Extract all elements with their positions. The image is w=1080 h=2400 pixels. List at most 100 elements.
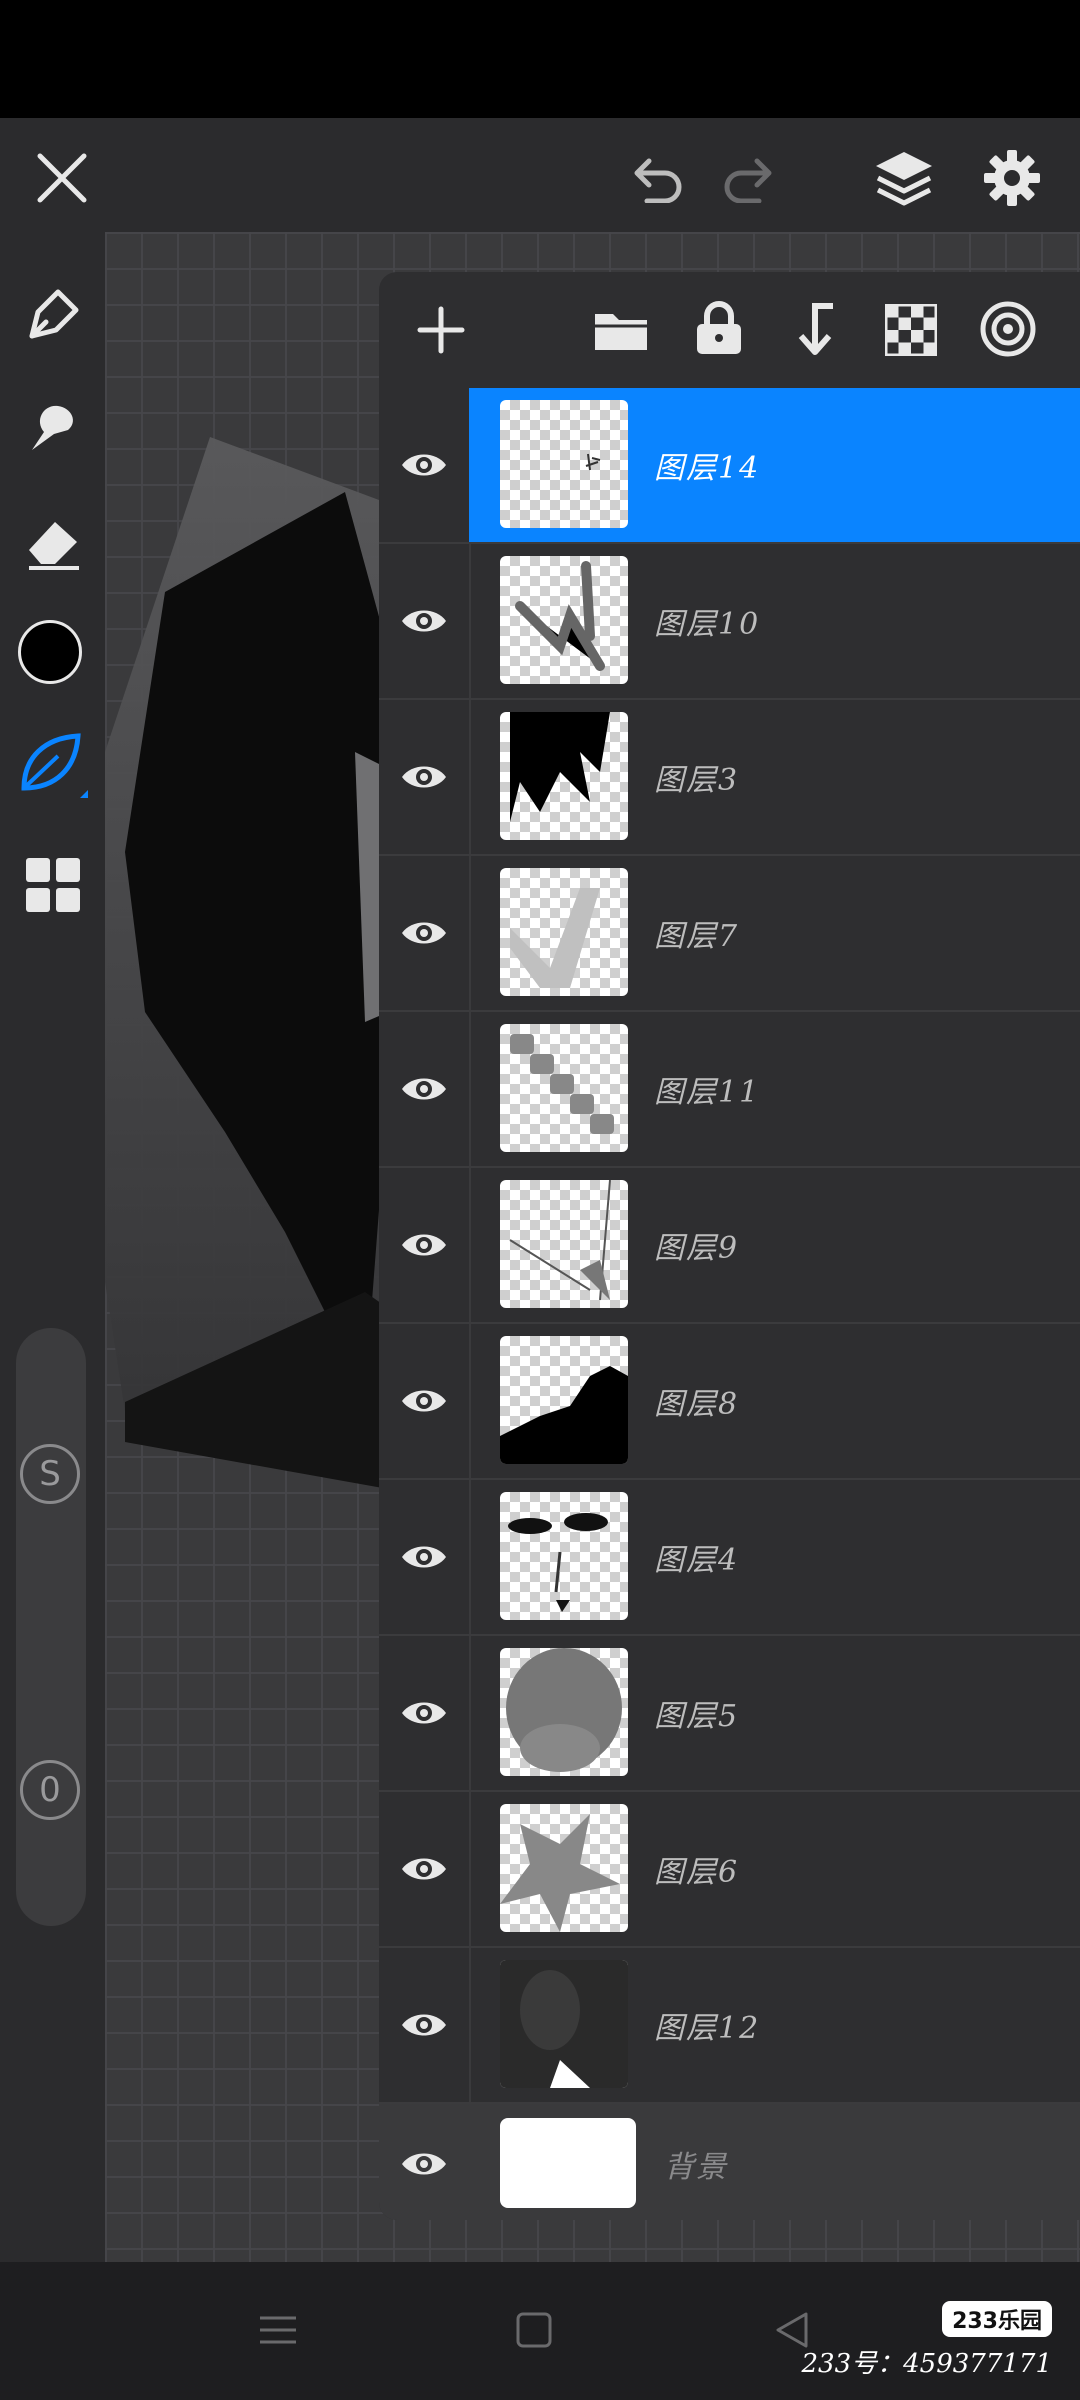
layers-panel: 图层14 图层10 图层3 图层7 图层11 图层9 图层8 图层4 图层5 图层6 图层12 背景 bbox=[379, 272, 1080, 2220]
layer-content[interactable]: 图层3 bbox=[469, 700, 1080, 854]
layer-name: 图层8 bbox=[654, 1387, 740, 1422]
layer-name: 图层7 bbox=[654, 919, 740, 954]
watermark-text: 233号：459377171 bbox=[801, 2349, 1052, 2379]
eye-icon bbox=[402, 922, 446, 944]
close-icon[interactable] bbox=[30, 146, 94, 210]
eye-icon bbox=[402, 1702, 446, 1724]
visibility-toggle[interactable] bbox=[379, 700, 471, 854]
layer-row[interactable]: 图层5 bbox=[379, 1636, 1080, 1792]
layer-content[interactable]: 图层11 bbox=[469, 1012, 1080, 1166]
visibility-toggle[interactable] bbox=[379, 856, 471, 1010]
layer-name: 图层14 bbox=[654, 451, 761, 486]
layer-thumbnail bbox=[500, 1648, 628, 1776]
redo-icon[interactable] bbox=[716, 146, 786, 210]
layer-content[interactable]: 图层12 bbox=[469, 1948, 1080, 2102]
layer-name: 图层6 bbox=[654, 1855, 740, 1890]
background-thumbnail bbox=[500, 2118, 636, 2208]
eraser-icon[interactable] bbox=[18, 508, 88, 578]
eye-icon bbox=[402, 1546, 446, 1568]
layer-content[interactable]: 图层5 bbox=[469, 1636, 1080, 1790]
folder-icon[interactable] bbox=[589, 298, 653, 362]
eye-icon bbox=[402, 1234, 446, 1256]
layer-name: 图层10 bbox=[654, 607, 761, 642]
left-toolbar: S 0 bbox=[0, 232, 105, 2262]
layer-name: 图层5 bbox=[654, 1699, 740, 1734]
layer-row[interactable]: 图层4 bbox=[379, 1480, 1080, 1636]
layer-content[interactable]: 图层8 bbox=[469, 1324, 1080, 1478]
opacity-slider-knob[interactable]: 0 bbox=[20, 1760, 80, 1820]
opacity-slider-label: 0 bbox=[39, 1770, 61, 1810]
add-icon[interactable] bbox=[409, 298, 473, 362]
layer-thumbnail bbox=[500, 1804, 628, 1932]
visibility-toggle[interactable] bbox=[379, 1636, 471, 1790]
layer-content[interactable]: 背景 bbox=[469, 2104, 1080, 2220]
layer-row[interactable]: 图层12 bbox=[379, 1948, 1080, 2104]
layer-content[interactable]: 图层7 bbox=[469, 856, 1080, 1010]
gear-icon[interactable] bbox=[976, 142, 1048, 214]
eye-icon bbox=[402, 1858, 446, 1880]
layers-panel-toolbar bbox=[379, 272, 1080, 388]
layer-thumbnail bbox=[500, 1180, 628, 1308]
home-icon[interactable] bbox=[506, 2302, 562, 2358]
transparency-icon[interactable] bbox=[879, 298, 943, 362]
layer-row[interactable]: 图层8 bbox=[379, 1324, 1080, 1480]
layers-icon[interactable] bbox=[868, 142, 940, 214]
lock-icon[interactable] bbox=[687, 296, 751, 360]
layer-row[interactable]: 图层7 bbox=[379, 856, 1080, 1012]
layer-row[interactable]: 图层9 bbox=[379, 1168, 1080, 1324]
layer-name: 图层12 bbox=[654, 2011, 761, 2046]
layer-content[interactable]: 图层14 bbox=[469, 388, 1080, 542]
visibility-toggle[interactable] bbox=[379, 1792, 471, 1946]
visibility-toggle[interactable] bbox=[379, 1324, 471, 1478]
smudge-icon[interactable] bbox=[18, 392, 88, 462]
layer-row[interactable]: 图层3 bbox=[379, 700, 1080, 856]
size-slider-knob[interactable]: S bbox=[20, 1444, 80, 1504]
layer-thumbnail bbox=[500, 1960, 628, 2088]
eye-icon bbox=[402, 454, 446, 476]
layer-row[interactable]: 图层6 bbox=[379, 1792, 1080, 1948]
visibility-toggle[interactable] bbox=[379, 1480, 471, 1634]
top-toolbar bbox=[0, 118, 1080, 230]
gallery-grid-icon[interactable] bbox=[20, 852, 86, 918]
layer-row[interactable]: 图层11 bbox=[379, 1012, 1080, 1168]
status-bar bbox=[0, 0, 1080, 118]
layer-content[interactable]: 图层9 bbox=[469, 1168, 1080, 1322]
eye-icon bbox=[402, 1390, 446, 1412]
layer-name: 图层4 bbox=[654, 1543, 740, 1578]
layer-thumbnail bbox=[500, 556, 628, 684]
layer-row[interactable]: 图层10 bbox=[379, 544, 1080, 700]
layer-thumbnail bbox=[500, 712, 628, 840]
visibility-toggle[interactable] bbox=[379, 544, 471, 698]
layer-content[interactable]: 图层6 bbox=[469, 1792, 1080, 1946]
blend-brush-icon[interactable] bbox=[16, 726, 90, 800]
target-icon[interactable] bbox=[975, 296, 1041, 362]
layer-name: 图层3 bbox=[654, 763, 740, 798]
system-navbar: 233乐园 233号：459377171 bbox=[0, 2262, 1080, 2400]
layer-content[interactable]: 图层4 bbox=[469, 1480, 1080, 1634]
eye-icon bbox=[402, 610, 446, 632]
eye-icon bbox=[402, 2014, 446, 2036]
layer-list: 图层14 图层10 图层3 图层7 图层11 图层9 图层8 图层4 图层5 图层6 图层12 背景 bbox=[379, 388, 1080, 2220]
layer-thumbnail bbox=[500, 1336, 628, 1464]
visibility-toggle[interactable] bbox=[379, 1012, 471, 1166]
color-swatch[interactable] bbox=[18, 620, 82, 684]
layer-content[interactable]: 图层10 bbox=[469, 544, 1080, 698]
visibility-toggle[interactable] bbox=[379, 2104, 471, 2220]
visibility-toggle[interactable] bbox=[379, 388, 471, 542]
layer-name: 图层11 bbox=[654, 1075, 761, 1110]
undo-icon[interactable] bbox=[620, 146, 690, 210]
visibility-toggle[interactable] bbox=[379, 1948, 471, 2102]
layer-thumbnail bbox=[500, 1492, 628, 1620]
pen-icon[interactable] bbox=[18, 280, 88, 350]
size-slider[interactable] bbox=[16, 1328, 86, 1926]
merge-down-icon[interactable] bbox=[783, 296, 847, 360]
watermark: 233乐园 233号：459377171 bbox=[801, 2301, 1052, 2380]
eye-icon bbox=[402, 766, 446, 788]
background-layer-row[interactable]: 背景 bbox=[379, 2104, 1080, 2220]
layer-row[interactable]: 图层14 bbox=[379, 388, 1080, 544]
layer-thumbnail bbox=[500, 400, 628, 528]
watermark-logo: 233乐园 bbox=[942, 2301, 1052, 2337]
visibility-toggle[interactable] bbox=[379, 1168, 471, 1322]
menu-icon[interactable] bbox=[250, 2302, 306, 2358]
layer-thumbnail bbox=[500, 868, 628, 996]
